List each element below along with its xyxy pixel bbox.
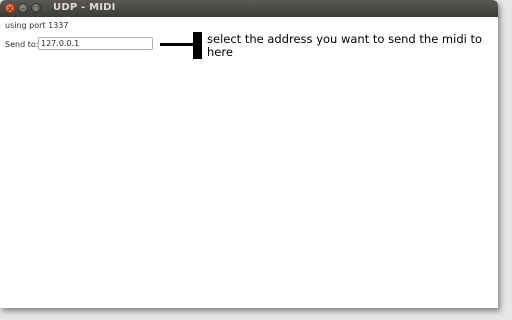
minimize-icon[interactable]: – (18, 3, 28, 13)
title-bar[interactable]: × – □ UDP - MIDI (0, 0, 498, 17)
send-to-label: Send to: (5, 40, 39, 49)
maximize-icon[interactable]: □ (31, 3, 41, 13)
annotation-pointer-line (160, 43, 193, 46)
close-icon[interactable]: × (5, 3, 15, 13)
app-window: × – □ UDP - MIDI using port 1337 Send to… (0, 0, 498, 308)
port-status-text: using port 1337 (5, 21, 69, 30)
address-input[interactable] (38, 37, 153, 50)
window-title: UDP - MIDI (53, 2, 116, 13)
annotation-text: select the address you want to send the … (207, 32, 483, 59)
annotation-pointer-bar (193, 32, 202, 59)
